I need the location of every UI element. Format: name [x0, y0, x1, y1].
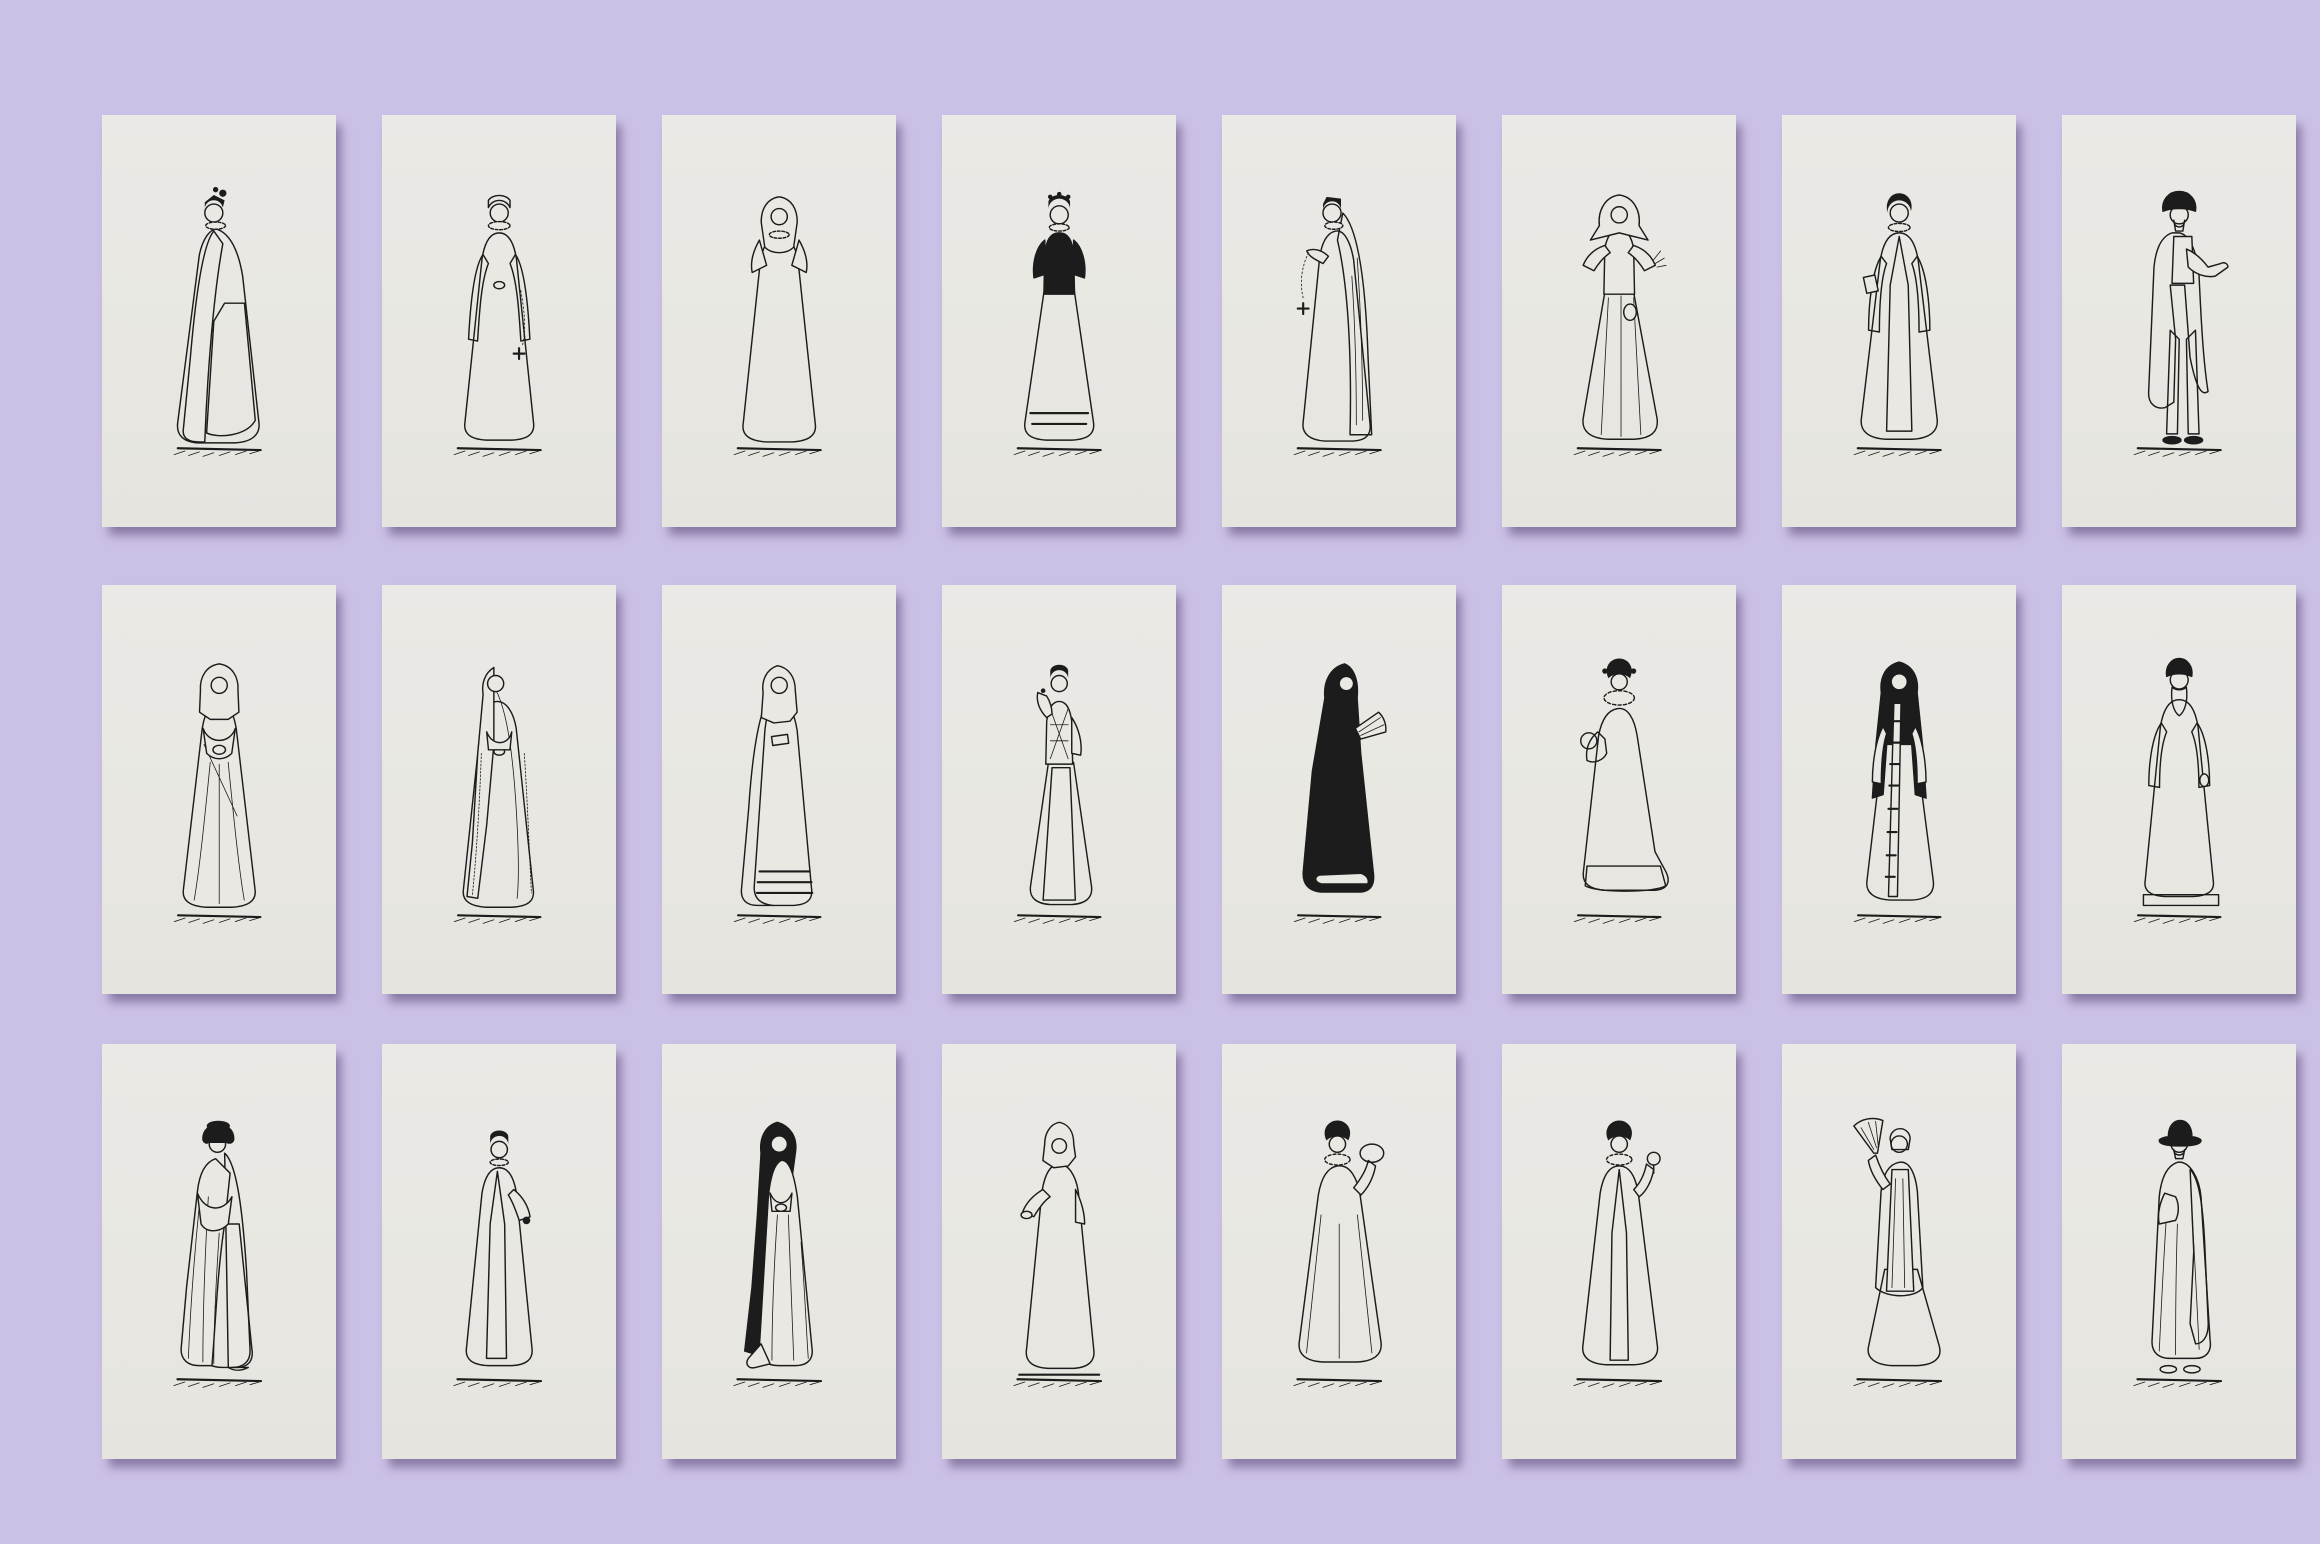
- engraving-card[interactable]: [102, 115, 336, 527]
- engraving-card[interactable]: [382, 1044, 616, 1459]
- costume-figure-illustration: [142, 1106, 296, 1397]
- costume-figure-illustration: [2102, 646, 2256, 932]
- costume-figure-illustration: [702, 1106, 856, 1397]
- costume-figure-illustration: [142, 646, 296, 932]
- engraving-card[interactable]: [1782, 115, 2016, 527]
- costume-figure-illustration: [1542, 177, 1696, 465]
- costume-figure-illustration: [1542, 646, 1696, 932]
- costume-figure-illustration: [1542, 1106, 1696, 1397]
- engraving-card[interactable]: [662, 115, 896, 527]
- engraving-card[interactable]: [942, 585, 1176, 994]
- engraving-card[interactable]: [1502, 1044, 1736, 1459]
- costume-figure-illustration: [422, 646, 576, 932]
- costume-figure-illustration: [422, 1106, 576, 1397]
- costume-figure-illustration: [1262, 1106, 1416, 1397]
- costume-figure-illustration: [702, 646, 856, 932]
- engraving-card[interactable]: [1782, 585, 2016, 994]
- engraving-card[interactable]: [1222, 585, 1456, 994]
- costume-figure-illustration: [1262, 646, 1416, 932]
- engraving-card[interactable]: [382, 115, 616, 527]
- engraving-card[interactable]: [1782, 1044, 2016, 1459]
- costume-figure-illustration: [982, 1106, 1136, 1397]
- engravings-gallery-board: [0, 0, 2320, 1544]
- costume-figure-illustration: [1822, 1106, 1976, 1397]
- engraving-card[interactable]: [1502, 115, 1736, 527]
- engraving-card[interactable]: [1502, 585, 1736, 994]
- costume-figure-illustration: [982, 177, 1136, 465]
- costume-figure-illustration: [2102, 177, 2256, 465]
- costume-figure-illustration: [982, 646, 1136, 932]
- engraving-card[interactable]: [662, 585, 896, 994]
- engraving-card[interactable]: [102, 1044, 336, 1459]
- engraving-card[interactable]: [662, 1044, 896, 1459]
- costume-figure-illustration: [702, 177, 856, 465]
- costume-figure-illustration: [1822, 177, 1976, 465]
- engraving-card[interactable]: [1222, 115, 1456, 527]
- engraving-card[interactable]: [942, 115, 1176, 527]
- engraving-card[interactable]: [102, 585, 336, 994]
- engraving-card[interactable]: [2062, 1044, 2296, 1459]
- engraving-card[interactable]: [1222, 1044, 1456, 1459]
- costume-figure-illustration: [1262, 177, 1416, 465]
- costume-figure-illustration: [2102, 1106, 2256, 1397]
- costume-figure-illustration: [142, 177, 296, 465]
- engraving-card[interactable]: [382, 585, 616, 994]
- costume-figure-illustration: [1822, 646, 1976, 932]
- costume-figure-illustration: [422, 177, 576, 465]
- engraving-card[interactable]: [2062, 585, 2296, 994]
- engraving-card[interactable]: [942, 1044, 1176, 1459]
- engraving-card[interactable]: [2062, 115, 2296, 527]
